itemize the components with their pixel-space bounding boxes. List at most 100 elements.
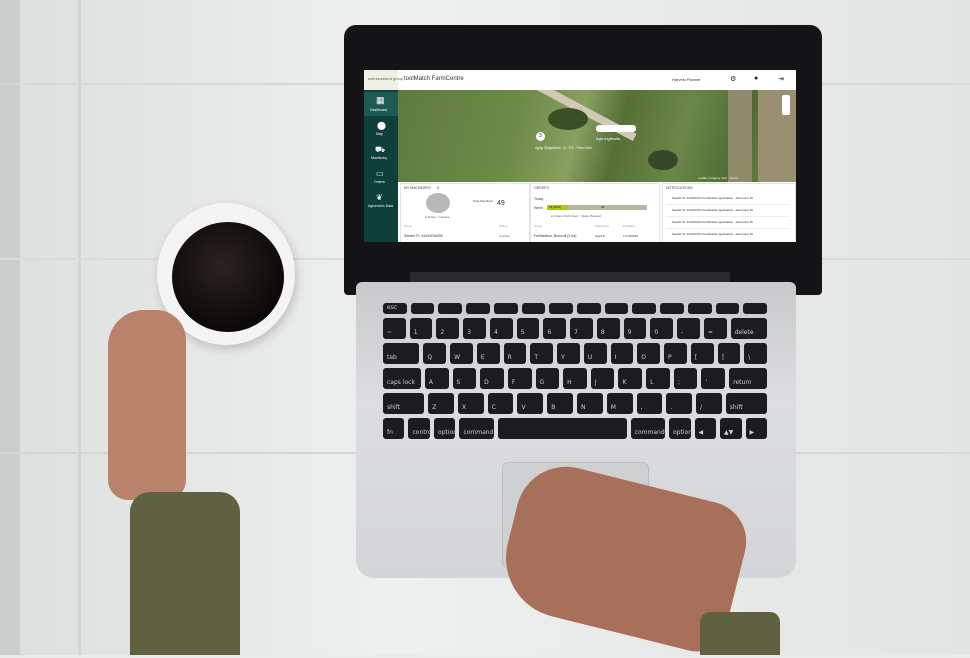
notification-item[interactable]: Seeder FL 4444VRAN Fertilization applica… bbox=[666, 230, 790, 240]
notification-item[interactable]: Seeder FL 4444VRAN Fertilization applica… bbox=[666, 206, 790, 217]
keyboard-key[interactable]: 5 bbox=[516, 318, 540, 339]
keyboard-key[interactable]: return bbox=[729, 368, 767, 389]
sidebar-label: Machinery bbox=[371, 156, 388, 160]
keyboard-key[interactable]: option bbox=[669, 418, 692, 439]
keyboard-key[interactable]: 8 bbox=[596, 318, 620, 339]
keyboard-key[interactable]: ▲▼ bbox=[720, 418, 742, 439]
keyboard-key[interactable]: 3 bbox=[463, 318, 486, 339]
keyboard-key[interactable]: H bbox=[563, 368, 587, 389]
keyboard-key[interactable]: S bbox=[452, 368, 477, 389]
keyboard-key[interactable]: L bbox=[646, 368, 670, 389]
table-row-machine: Seed 8 bbox=[595, 234, 605, 238]
keyboard-key[interactable]: K bbox=[618, 368, 643, 389]
table-row-name[interactable]: Seeder FL 4444VRAN06 bbox=[404, 234, 443, 238]
keyboard-key[interactable]: O bbox=[637, 343, 661, 364]
keyboard-key[interactable]: 2 bbox=[436, 318, 460, 339]
keyboard-key[interactable]: M bbox=[606, 393, 633, 414]
keyboard-key[interactable]: D bbox=[480, 368, 504, 389]
sidebar-item-map[interactable]: ⬤ Map bbox=[364, 118, 398, 140]
keyboard-key[interactable]: T bbox=[530, 343, 554, 364]
keyboard-key[interactable]: . bbox=[666, 393, 693, 414]
keyboard-key[interactable]: control bbox=[408, 418, 433, 439]
keyboard-key[interactable]: W bbox=[450, 343, 473, 364]
sidebar-item-orders[interactable]: ▭ Orders bbox=[364, 166, 398, 188]
keyboard-key[interactable]: / bbox=[696, 393, 722, 414]
keyboard-key[interactable]: B bbox=[547, 393, 573, 414]
keyboard-key[interactable] bbox=[577, 303, 601, 314]
keyboard-key[interactable]: 7 bbox=[570, 318, 593, 339]
keyboard-key[interactable]: 4 bbox=[489, 318, 513, 339]
keyboard-key[interactable]: F bbox=[507, 368, 532, 389]
keyboard-key[interactable]: ; bbox=[673, 368, 698, 389]
keyboard-key[interactable]: I bbox=[610, 343, 634, 364]
keyboard-key[interactable]: V bbox=[517, 393, 544, 414]
keyboard-key[interactable]: X bbox=[457, 393, 484, 414]
keyboard-key[interactable]: ] bbox=[717, 343, 741, 364]
keyboard-key[interactable]: U bbox=[583, 343, 607, 364]
keyboard-key[interactable]: Y bbox=[557, 343, 580, 364]
keyboard-key[interactable]: J bbox=[590, 368, 615, 389]
keyboard-key[interactable] bbox=[497, 418, 627, 439]
keyboard-key[interactable]: 6 bbox=[543, 318, 567, 339]
user-name[interactable]: Harvest Planner bbox=[672, 77, 701, 82]
logout-icon[interactable]: ⇥ bbox=[778, 75, 784, 83]
keyboard-key[interactable]: R bbox=[503, 343, 527, 364]
notification-item[interactable]: Seeder FL 4444VRAN Fertilization applica… bbox=[666, 194, 790, 205]
info-icon[interactable]: ● bbox=[754, 75, 758, 82]
keyboard-key[interactable]: esc bbox=[383, 303, 407, 314]
keyboard-key[interactable]: 0 bbox=[650, 318, 674, 339]
keyboard-key[interactable] bbox=[687, 303, 712, 314]
keyboard-key[interactable]: G bbox=[535, 368, 560, 389]
keyboard-key[interactable]: - bbox=[677, 318, 700, 339]
keyboard-key[interactable]: ' bbox=[701, 368, 726, 389]
sidebar-item-agronomic[interactable]: ❦ Agronomic Data bbox=[364, 190, 398, 216]
keyboard-key[interactable]: A bbox=[424, 368, 449, 389]
keyboard-key[interactable] bbox=[466, 303, 490, 314]
keyboard-key-label: V bbox=[521, 404, 526, 411]
table-row-name[interactable]: Fertilization, Broccoli (3 ha) bbox=[534, 234, 576, 238]
keyboard-key[interactable]: \ bbox=[744, 343, 767, 364]
keyboard-key[interactable] bbox=[549, 303, 573, 314]
keyboard-key[interactable] bbox=[660, 303, 684, 314]
keyboard-key[interactable]: C bbox=[487, 393, 514, 414]
keyboard-key[interactable]: ~ bbox=[383, 318, 406, 339]
keyboard-key[interactable]: command bbox=[630, 418, 666, 439]
keyboard-key[interactable]: option bbox=[433, 418, 457, 439]
keyboard-key[interactable] bbox=[410, 303, 435, 314]
keyboard-key[interactable]: 1 bbox=[409, 318, 433, 339]
keyboard-key[interactable]: ◀ bbox=[694, 418, 717, 439]
keyboard-key[interactable]: delete bbox=[730, 318, 767, 339]
map-toolbar[interactable] bbox=[596, 125, 636, 132]
keyboard-key[interactable] bbox=[715, 303, 740, 314]
keyboard-key[interactable]: [ bbox=[690, 343, 714, 364]
keyboard-key[interactable]: shift bbox=[725, 393, 767, 414]
keyboard-key[interactable]: caps lock bbox=[383, 368, 421, 389]
keyboard-key[interactable]: 9 bbox=[623, 318, 647, 339]
keyboard-key[interactable]: E bbox=[476, 343, 500, 364]
keyboard-key[interactable]: ▶ bbox=[745, 418, 767, 439]
keyboard-key[interactable] bbox=[521, 303, 546, 314]
brand-logo[interactable]: overseasland group bbox=[364, 70, 403, 90]
zoom-controls[interactable] bbox=[782, 95, 790, 115]
keyboard-key[interactable] bbox=[743, 303, 767, 314]
keyboard-key[interactable]: Z bbox=[428, 393, 454, 414]
keyboard-key[interactable]: N bbox=[577, 393, 603, 414]
keyboard-key[interactable]: fn bbox=[383, 418, 405, 439]
keyboard-key[interactable]: = bbox=[703, 318, 727, 339]
keyboard-key[interactable]: tab bbox=[383, 343, 420, 364]
map-pin[interactable]: 3 bbox=[536, 132, 545, 141]
keyboard-key[interactable] bbox=[632, 303, 657, 314]
keyboard-key[interactable] bbox=[493, 303, 518, 314]
keyboard-key[interactable]: command bbox=[459, 418, 494, 439]
keyboard-key[interactable]: , bbox=[636, 393, 663, 414]
keyboard-key[interactable]: P bbox=[664, 343, 687, 364]
keyboard-key[interactable] bbox=[604, 303, 629, 314]
keyboard-key[interactable]: Q bbox=[423, 343, 447, 364]
sidebar-item-dashboard[interactable]: ▦ Dashboard bbox=[364, 92, 398, 116]
sidebar-item-machinery[interactable]: ⛟ Machinery bbox=[364, 142, 398, 164]
settings-icon[interactable]: ⚙ bbox=[730, 75, 736, 83]
keyboard-key[interactable]: shift bbox=[383, 393, 425, 414]
map-view[interactable]: 3 Agri-ingitsulfa Agrip Spigelland - 5 -… bbox=[398, 90, 796, 182]
notification-item[interactable]: Seeder FL 4444VRAN Fertilization applica… bbox=[666, 218, 790, 229]
keyboard-key[interactable] bbox=[438, 303, 463, 314]
